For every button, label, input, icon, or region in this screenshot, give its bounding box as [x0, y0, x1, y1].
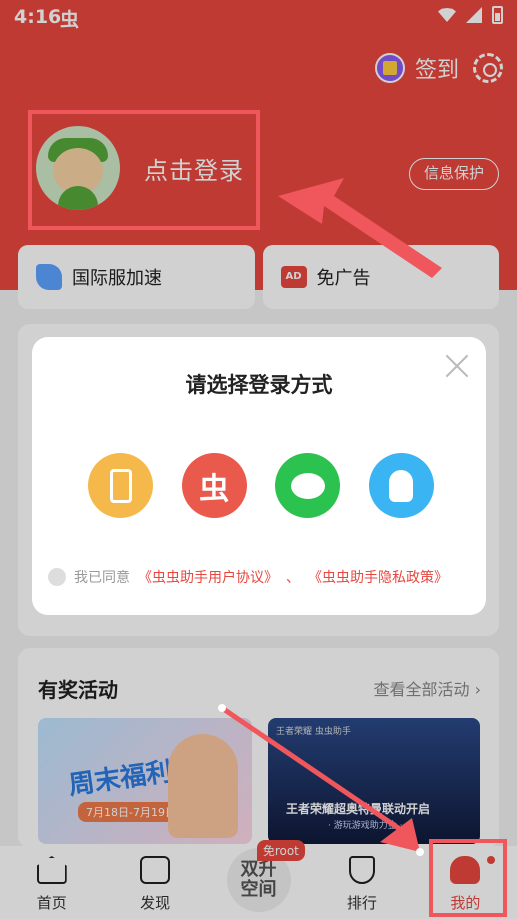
user-agreement-link[interactable]: 《虫虫助手用户协议》	[138, 567, 278, 587]
app-root: 4:16 虫 签到 点击登录 信息保护 国际服加速 AD 免广告 有奖活动 查看…	[0, 0, 517, 919]
chongchong-login-button[interactable]: 虫	[181, 453, 247, 518]
login-methods: 虫	[88, 453, 434, 518]
phone-login-button[interactable]	[88, 453, 153, 518]
agreement-prefix: 我已同意	[74, 570, 130, 586]
dialog-title: 请选择登录方式	[185, 373, 333, 397]
close-icon[interactable]	[444, 353, 470, 379]
annotation-box-me-tab	[429, 839, 507, 917]
wechat-icon	[290, 472, 325, 499]
phone-icon	[109, 468, 132, 503]
login-method-dialog: 请选择登录方式 虫 我已同意 《虫虫助手用户协议》 、 《虫虫助手隐私政策》	[32, 337, 486, 615]
qq-icon	[389, 469, 414, 502]
privacy-policy-link[interactable]: 《虫虫助手隐私政策》	[308, 567, 448, 587]
annotation-box-login	[28, 110, 260, 230]
qq-login-button[interactable]	[368, 453, 434, 518]
agreement-checkbox[interactable]	[48, 568, 66, 586]
wechat-login-button[interactable]	[275, 453, 341, 518]
chongchong-logo-icon: 虫	[199, 471, 230, 507]
agreement-row: 我已同意 《虫虫助手用户协议》 、 《虫虫助手隐私政策》	[48, 567, 448, 587]
agreement-separator: 、	[286, 570, 300, 586]
